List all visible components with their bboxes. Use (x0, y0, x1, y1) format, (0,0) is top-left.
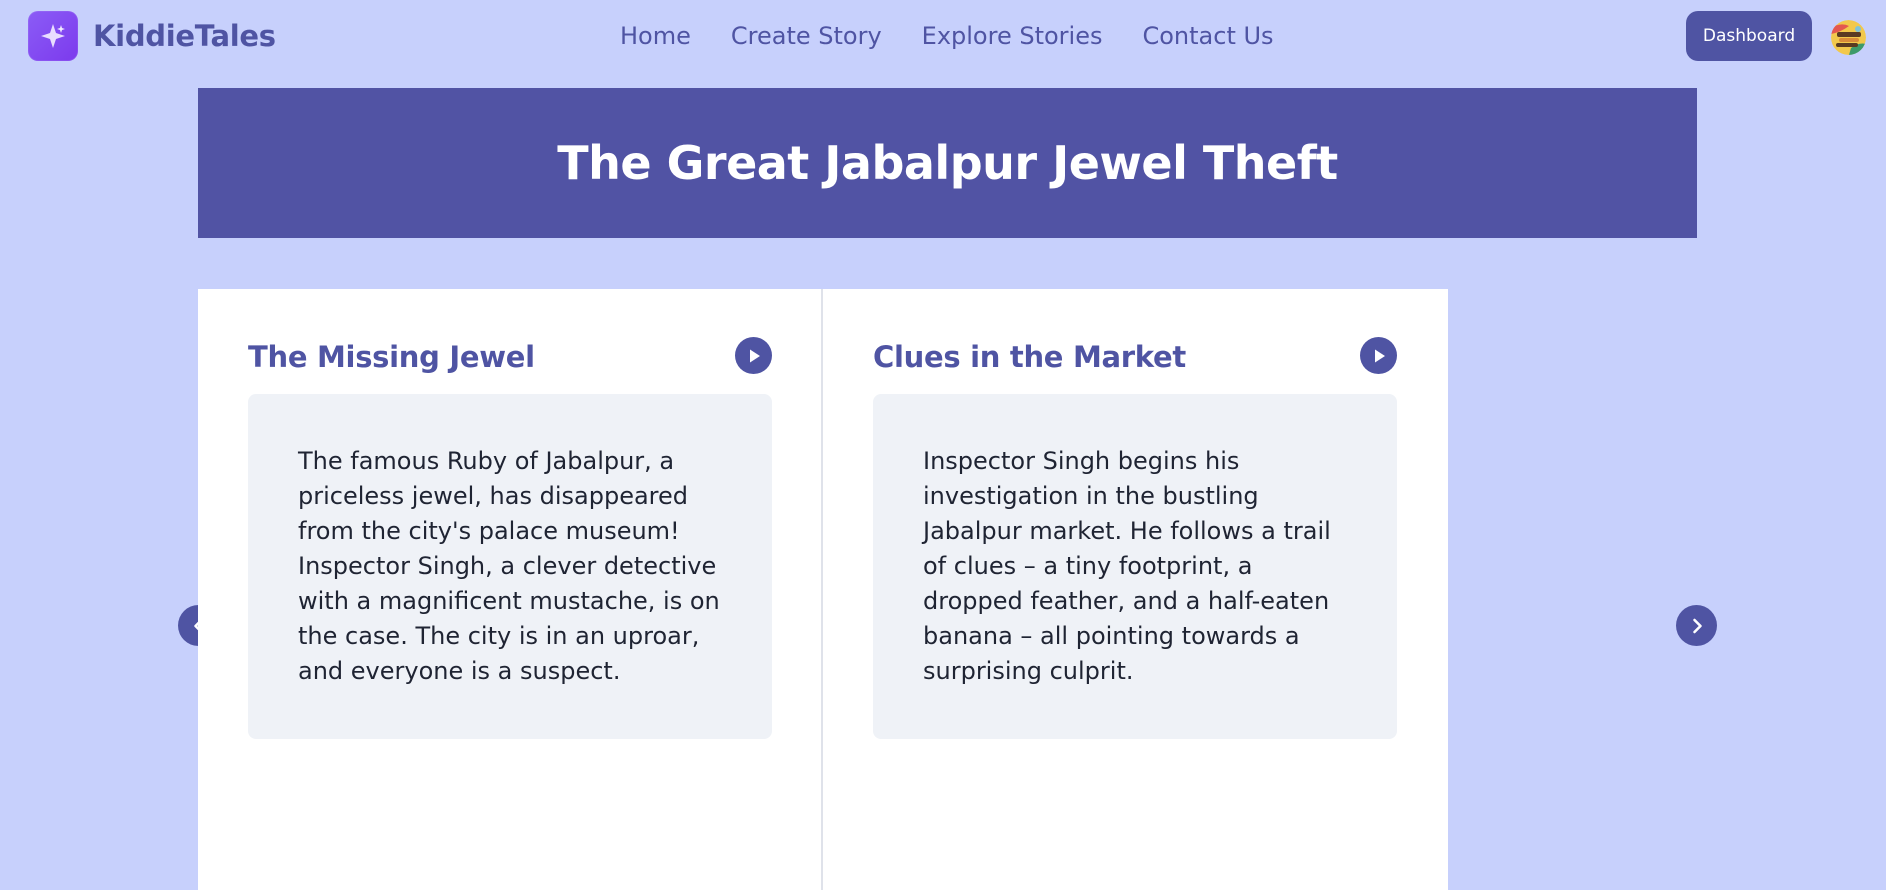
page-text-box: Inspector Singh begins his investigation… (873, 394, 1397, 739)
nav-explore-stories[interactable]: Explore Stories (922, 22, 1103, 50)
brand-name[interactable]: KiddieTales (93, 19, 276, 53)
dashboard-button[interactable]: Dashboard (1686, 11, 1812, 61)
page-title: The Missing Jewel (248, 340, 535, 374)
story-page-1: The Missing Jewel The famous Ruby of Jab… (198, 289, 823, 890)
story-page-2: Clues in the Market Inspector Singh begi… (823, 289, 1448, 890)
story-title: The Great Jabalpur Jewel Theft (557, 136, 1338, 190)
storybook: The Missing Jewel The famous Ruby of Jab… (198, 289, 1448, 890)
next-page-button[interactable] (1676, 605, 1717, 646)
play-icon (1374, 349, 1385, 362)
user-avatar[interactable] (1831, 20, 1866, 55)
sparkle-icon[interactable] (28, 11, 78, 61)
main-nav: Home Create Story Explore Stories Contac… (620, 16, 1314, 56)
story-header: The Great Jabalpur Jewel Theft (198, 88, 1697, 238)
nav-home[interactable]: Home (620, 22, 691, 50)
play-icon (749, 349, 760, 362)
play-audio-button[interactable] (735, 337, 772, 374)
page-title: Clues in the Market (873, 340, 1186, 374)
nav-contact-us[interactable]: Contact Us (1142, 22, 1273, 50)
play-audio-button[interactable] (1360, 337, 1397, 374)
chevron-right-icon (1692, 618, 1702, 633)
page-text: The famous Ruby of Jabalpur, a priceless… (298, 447, 720, 685)
page-text-box: The famous Ruby of Jabalpur, a priceless… (248, 394, 772, 739)
nav-create-story[interactable]: Create Story (731, 22, 882, 50)
page-text: Inspector Singh begins his investigation… (923, 447, 1331, 685)
top-navbar: KiddieTales Home Create Story Explore St… (0, 0, 1886, 72)
brand[interactable]: KiddieTales (28, 11, 276, 61)
